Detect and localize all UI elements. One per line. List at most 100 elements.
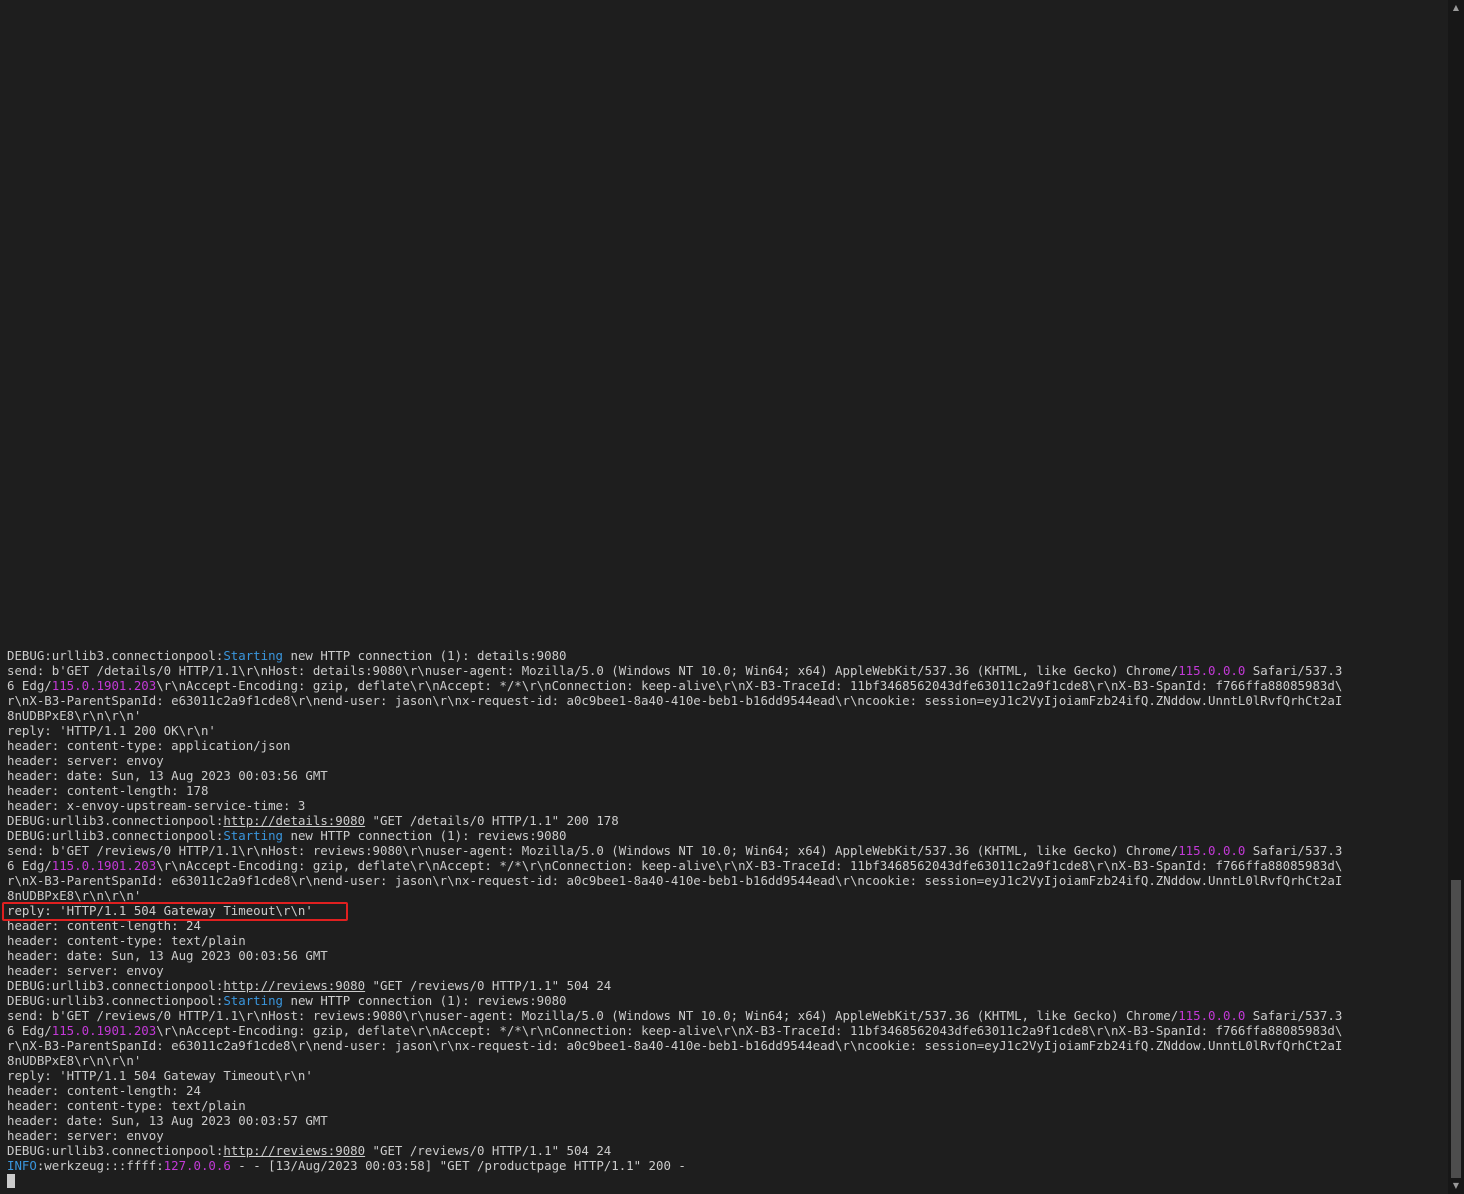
terminal-cursor xyxy=(7,1174,15,1188)
log-text: \r\nAccept-Encoding: gzip, deflate\r\nAc… xyxy=(156,678,1343,693)
log-line: DEBUG:urllib3.connectionpool:http://revi… xyxy=(7,1143,1443,1158)
log-text: header: server: envoy xyxy=(7,1128,164,1143)
scroll-down-arrow-icon[interactable]: ▼ xyxy=(1448,1178,1464,1194)
log-text: new HTTP connection (1): reviews:9080 xyxy=(283,993,567,1008)
log-line: r\nX-B3-ParentSpanId: e63011c2a9f1cde8\r… xyxy=(7,873,1443,888)
log-text: "GET /details/0 HTTP/1.1" 200 178 xyxy=(365,813,619,828)
log-text: DEBUG:urllib3.connectionpool: xyxy=(7,813,224,828)
log-text: 6 Edg/ xyxy=(7,858,52,873)
log-line: r\nX-B3-ParentSpanId: e63011c2a9f1cde8\r… xyxy=(7,693,1443,708)
log-line: send: b'GET /reviews/0 HTTP/1.1\r\nHost:… xyxy=(7,843,1443,858)
log-text: 6 Edg/ xyxy=(7,678,52,693)
log-text: header: date: Sun, 13 Aug 2023 00:03:56 … xyxy=(7,948,328,963)
log-url-link[interactable]: http://details:9080 xyxy=(223,813,365,828)
log-text: \r\nAccept-Encoding: gzip, deflate\r\nAc… xyxy=(156,1023,1343,1038)
log-text: reply: 'HTTP/1.1 504 Gateway Timeout\r\n… xyxy=(7,1068,313,1083)
highlight-annotation-box xyxy=(2,902,348,921)
log-text: DEBUG:urllib3.connectionpool: xyxy=(7,828,224,843)
log-text: 8nUDBPxE8\r\n\r\n' xyxy=(7,888,142,903)
log-text: Safari/537.3 xyxy=(1245,1008,1343,1023)
log-line: send: b'GET /reviews/0 HTTP/1.1\r\nHost:… xyxy=(7,1008,1443,1023)
log-text: header: server: envoy xyxy=(7,963,164,978)
log-token: 127.0.0.6 xyxy=(163,1158,231,1173)
log-text: "GET /reviews/0 HTTP/1.1" 504 24 xyxy=(365,978,612,993)
log-line: header: server: envoy xyxy=(7,963,1443,978)
log-text: 6 Edg/ xyxy=(7,1023,52,1038)
log-text: header: x-envoy-upstream-service-time: 3 xyxy=(7,798,306,813)
log-text: :werkzeug:::ffff: xyxy=(36,1158,164,1173)
log-token: 115.0.0.0 xyxy=(1178,843,1246,858)
log-text: new HTTP connection (1): reviews:9080 xyxy=(283,828,567,843)
log-text: 8nUDBPxE8\r\n\r\n' xyxy=(7,1053,142,1068)
log-text: header: date: Sun, 13 Aug 2023 00:03:56 … xyxy=(7,768,328,783)
log-text: header: server: envoy xyxy=(7,753,164,768)
log-text: - - [13/Aug/2023 00:03:58] "GET /product… xyxy=(230,1158,686,1173)
log-line: header: content-length: 178 xyxy=(7,783,1443,798)
log-line: send: b'GET /details/0 HTTP/1.1\r\nHost:… xyxy=(7,663,1443,678)
log-text: Safari/537.3 xyxy=(1245,663,1343,678)
log-line: 6 Edg/115.0.1901.203\r\nAccept-Encoding:… xyxy=(7,1023,1443,1038)
log-text: 8nUDBPxE8\r\n\r\n' xyxy=(7,708,142,723)
log-text: DEBUG:urllib3.connectionpool: xyxy=(7,1143,224,1158)
log-line: 8nUDBPxE8\r\n\r\n' xyxy=(7,888,1443,903)
log-text: send: b'GET /reviews/0 HTTP/1.1\r\nHost:… xyxy=(7,1008,1179,1023)
log-token: INFO xyxy=(7,1158,37,1173)
log-text: header: content-length: 24 xyxy=(7,1083,201,1098)
log-line: header: server: envoy xyxy=(7,1128,1443,1143)
log-line: header: content-type: text/plain xyxy=(7,933,1443,948)
terminal-window[interactable]: DEBUG:urllib3.connectionpool:Starting ne… xyxy=(0,0,1448,1194)
log-line: 8nUDBPxE8\r\n\r\n' xyxy=(7,708,1443,723)
log-line: DEBUG:urllib3.connectionpool:Starting ne… xyxy=(7,828,1443,843)
log-line: header: x-envoy-upstream-service-time: 3 xyxy=(7,798,1443,813)
log-text: new HTTP connection (1): details:9080 xyxy=(283,648,567,663)
log-line: reply: 'HTTP/1.1 504 Gateway Timeout\r\n… xyxy=(7,1068,1443,1083)
scrollbar-thumb[interactable] xyxy=(1451,880,1461,1178)
log-text: header: date: Sun, 13 Aug 2023 00:03:57 … xyxy=(7,1113,328,1128)
log-text: send: b'GET /details/0 HTTP/1.1\r\nHost:… xyxy=(7,663,1179,678)
log-line: header: date: Sun, 13 Aug 2023 00:03:57 … xyxy=(7,1113,1443,1128)
log-line: r\nX-B3-ParentSpanId: e63011c2a9f1cde8\r… xyxy=(7,1038,1443,1053)
log-text: header: content-type: text/plain xyxy=(7,1098,246,1113)
log-line: DEBUG:urllib3.connectionpool:Starting ne… xyxy=(7,648,1443,663)
log-token: Starting xyxy=(223,648,284,663)
log-line: DEBUG:urllib3.connectionpool:http://deta… xyxy=(7,813,1443,828)
log-token: Starting xyxy=(223,993,284,1008)
log-line: header: content-type: application/json xyxy=(7,738,1443,753)
log-text: DEBUG:urllib3.connectionpool: xyxy=(7,648,224,663)
log-line: reply: 'HTTP/1.1 200 OK\r\n' xyxy=(7,723,1443,738)
vertical-scrollbar[interactable]: ▲ ▼ xyxy=(1448,0,1464,1194)
log-line: header: date: Sun, 13 Aug 2023 00:03:56 … xyxy=(7,768,1443,783)
log-text: r\nX-B3-ParentSpanId: e63011c2a9f1cde8\r… xyxy=(7,693,1343,708)
log-line: DEBUG:urllib3.connectionpool:Starting ne… xyxy=(7,993,1443,1008)
log-line: header: content-length: 24 xyxy=(7,1083,1443,1098)
log-line: 6 Edg/115.0.1901.203\r\nAccept-Encoding:… xyxy=(7,678,1443,693)
log-line: DEBUG:urllib3.connectionpool:http://revi… xyxy=(7,978,1443,993)
log-text: reply: 'HTTP/1.1 200 OK\r\n' xyxy=(7,723,216,738)
log-url-link[interactable]: http://reviews:9080 xyxy=(223,1143,365,1158)
log-line: header: content-type: text/plain xyxy=(7,1098,1443,1113)
log-token: 115.0.1901.203 xyxy=(51,858,157,873)
log-line: 6 Edg/115.0.1901.203\r\nAccept-Encoding:… xyxy=(7,858,1443,873)
log-line: header: date: Sun, 13 Aug 2023 00:03:56 … xyxy=(7,948,1443,963)
log-text: DEBUG:urllib3.connectionpool: xyxy=(7,978,224,993)
log-token: 115.0.0.0 xyxy=(1178,1008,1246,1023)
log-text: header: content-type: text/plain xyxy=(7,933,246,948)
log-text: Safari/537.3 xyxy=(1245,843,1343,858)
log-text: \r\nAccept-Encoding: gzip, deflate\r\nAc… xyxy=(156,858,1343,873)
log-token: 115.0.1901.203 xyxy=(51,678,157,693)
log-line: header: server: envoy xyxy=(7,753,1443,768)
log-text: send: b'GET /reviews/0 HTTP/1.1\r\nHost:… xyxy=(7,843,1179,858)
log-line: 8nUDBPxE8\r\n\r\n' xyxy=(7,1053,1443,1068)
log-text: DEBUG:urllib3.connectionpool: xyxy=(7,993,224,1008)
log-token: Starting xyxy=(223,828,284,843)
log-text: "GET /reviews/0 HTTP/1.1" 504 24 xyxy=(365,1143,612,1158)
log-url-link[interactable]: http://reviews:9080 xyxy=(223,978,365,993)
log-text: r\nX-B3-ParentSpanId: e63011c2a9f1cde8\r… xyxy=(7,1038,1343,1053)
log-token: 115.0.0.0 xyxy=(1178,663,1246,678)
log-text: header: content-type: application/json xyxy=(7,738,291,753)
log-text: r\nX-B3-ParentSpanId: e63011c2a9f1cde8\r… xyxy=(7,873,1343,888)
log-text: header: content-length: 178 xyxy=(7,783,209,798)
scroll-up-arrow-icon[interactable]: ▲ xyxy=(1448,0,1464,16)
log-line: INFO:werkzeug:::ffff:127.0.0.6 - - [13/A… xyxy=(7,1158,1443,1173)
log-token: 115.0.1901.203 xyxy=(51,1023,157,1038)
